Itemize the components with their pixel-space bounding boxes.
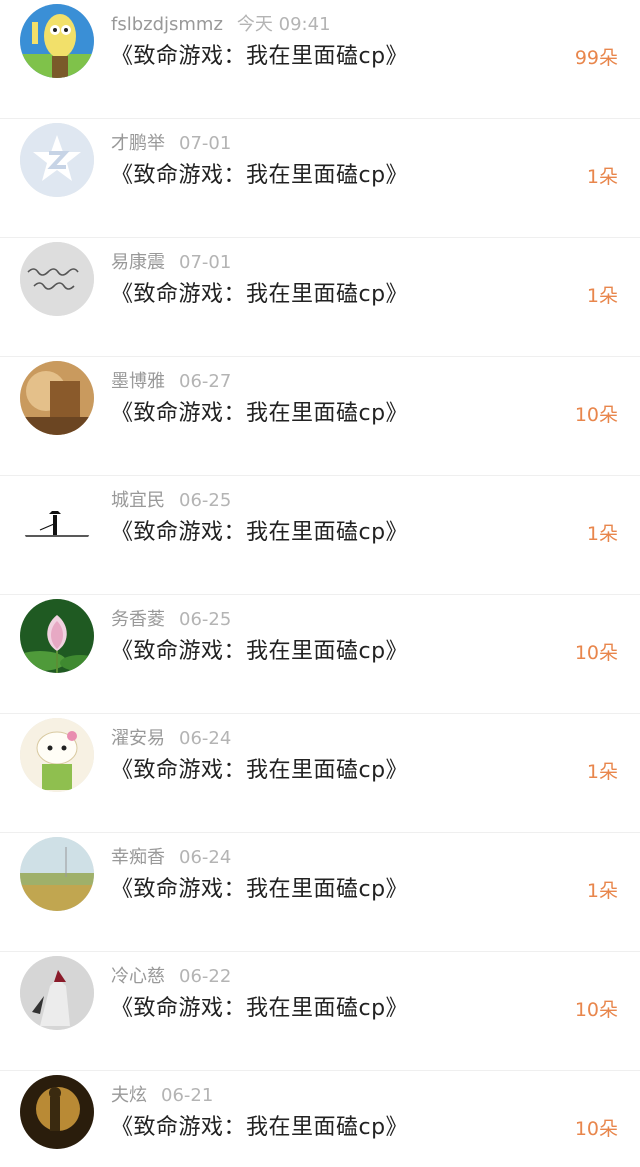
dark-gold-avatar-icon[interactable] bbox=[20, 1075, 94, 1149]
user-name[interactable]: 濯安易 bbox=[111, 728, 165, 749]
kitty-avatar-icon[interactable] bbox=[20, 718, 94, 792]
timestamp: 06-27 bbox=[179, 371, 232, 392]
gift-count: 10朵 bbox=[574, 1118, 618, 1140]
list-item[interactable]: 易康震 07-01 《致命游戏：我在里面磕cp》 1朵 bbox=[0, 238, 640, 357]
book-title: 《致命游戏：我在里面磕cp》 bbox=[111, 401, 409, 426]
book-title: 《致命游戏：我在里面磕cp》 bbox=[111, 877, 409, 902]
row-meta: 墨博雅 06-27 bbox=[111, 369, 231, 395]
row-meta: fslbzdjsmmz 今天 09:41 bbox=[111, 12, 331, 38]
user-name[interactable]: 务香菱 bbox=[111, 609, 165, 630]
figure-avatar-icon[interactable] bbox=[20, 956, 94, 1030]
user-name[interactable]: 墨博雅 bbox=[111, 371, 165, 392]
timestamp: 06-25 bbox=[179, 490, 232, 511]
timestamp: 06-24 bbox=[179, 728, 232, 749]
row-meta: 才鹏举 07-01 bbox=[111, 131, 231, 157]
user-name[interactable]: 才鹏举 bbox=[111, 133, 165, 154]
cartoon-avatar-icon[interactable] bbox=[20, 4, 94, 78]
timestamp: 06-24 bbox=[179, 847, 232, 868]
book-title: 《致命游戏：我在里面磕cp》 bbox=[111, 282, 409, 307]
book-title: 《致命游戏：我在里面磕cp》 bbox=[111, 163, 409, 188]
user-name[interactable]: 城宜民 bbox=[111, 490, 165, 511]
gift-count: 1朵 bbox=[586, 523, 618, 545]
book-title: 《致命游戏：我在里面磕cp》 bbox=[111, 639, 409, 664]
list-item[interactable]: fslbzdjsmmz 今天 09:41 《致命游戏：我在里面磕cp》 99朵 bbox=[0, 0, 640, 119]
silhouette-avatar-icon[interactable] bbox=[20, 480, 94, 554]
book-title: 《致命游戏：我在里面磕cp》 bbox=[111, 996, 409, 1021]
gift-record-list: fslbzdjsmmz 今天 09:41 《致命游戏：我在里面磕cp》 99朵 才… bbox=[0, 0, 640, 1167]
gift-count: 99朵 bbox=[574, 47, 618, 69]
row-meta: 城宜民 06-25 bbox=[111, 488, 231, 514]
field-avatar-icon[interactable] bbox=[20, 837, 94, 911]
list-item[interactable]: 幸痴香 06-24 《致命游戏：我在里面磕cp》 1朵 bbox=[0, 833, 640, 952]
user-name[interactable]: 冷心慈 bbox=[111, 966, 165, 987]
row-meta: 务香菱 06-25 bbox=[111, 607, 231, 633]
list-item[interactable]: 濯安易 06-24 《致命游戏：我在里面磕cp》 1朵 bbox=[0, 714, 640, 833]
timestamp: 06-22 bbox=[179, 966, 232, 987]
gift-count: 10朵 bbox=[574, 999, 618, 1021]
book-title: 《致命游戏：我在里面磕cp》 bbox=[111, 44, 409, 69]
timestamp: 今天 09:41 bbox=[236, 14, 331, 35]
gift-count: 10朵 bbox=[574, 642, 618, 664]
timestamp: 06-25 bbox=[179, 609, 232, 630]
gift-count: 1朵 bbox=[586, 166, 618, 188]
warm-photo-avatar-icon[interactable] bbox=[20, 361, 94, 435]
handwriting-avatar-icon[interactable] bbox=[20, 242, 94, 316]
lotus-avatar-icon[interactable] bbox=[20, 599, 94, 673]
list-item[interactable]: 务香菱 06-25 《致命游戏：我在里面磕cp》 10朵 bbox=[0, 595, 640, 714]
default-qzone-avatar-icon[interactable] bbox=[20, 123, 94, 197]
list-item[interactable]: 城宜民 06-25 《致命游戏：我在里面磕cp》 1朵 bbox=[0, 476, 640, 595]
row-meta: 濯安易 06-24 bbox=[111, 726, 231, 752]
timestamp: 07-01 bbox=[179, 252, 232, 273]
row-meta: 冷心慈 06-22 bbox=[111, 964, 231, 990]
book-title: 《致命游戏：我在里面磕cp》 bbox=[111, 1115, 409, 1140]
gift-count: 1朵 bbox=[586, 761, 618, 783]
timestamp: 07-01 bbox=[179, 133, 232, 154]
user-name[interactable]: 夫炫 bbox=[111, 1085, 147, 1106]
row-meta: 幸痴香 06-24 bbox=[111, 845, 231, 871]
user-name[interactable]: 易康震 bbox=[111, 252, 165, 273]
gift-count: 1朵 bbox=[586, 880, 618, 902]
book-title: 《致命游戏：我在里面磕cp》 bbox=[111, 520, 409, 545]
list-item[interactable]: 冷心慈 06-22 《致命游戏：我在里面磕cp》 10朵 bbox=[0, 952, 640, 1071]
user-name[interactable]: 幸痴香 bbox=[111, 847, 165, 868]
gift-count: 1朵 bbox=[586, 285, 618, 307]
row-meta: 夫炫 06-21 bbox=[111, 1083, 213, 1109]
row-meta: 易康震 07-01 bbox=[111, 250, 231, 276]
user-name[interactable]: fslbzdjsmmz bbox=[111, 14, 223, 35]
list-item[interactable]: 才鹏举 07-01 《致命游戏：我在里面磕cp》 1朵 bbox=[0, 119, 640, 238]
list-item[interactable]: 墨博雅 06-27 《致命游戏：我在里面磕cp》 10朵 bbox=[0, 357, 640, 476]
book-title: 《致命游戏：我在里面磕cp》 bbox=[111, 758, 409, 783]
list-item[interactable]: 夫炫 06-21 《致命游戏：我在里面磕cp》 10朵 bbox=[0, 1071, 640, 1167]
timestamp: 06-21 bbox=[161, 1085, 214, 1106]
gift-count: 10朵 bbox=[574, 404, 618, 426]
